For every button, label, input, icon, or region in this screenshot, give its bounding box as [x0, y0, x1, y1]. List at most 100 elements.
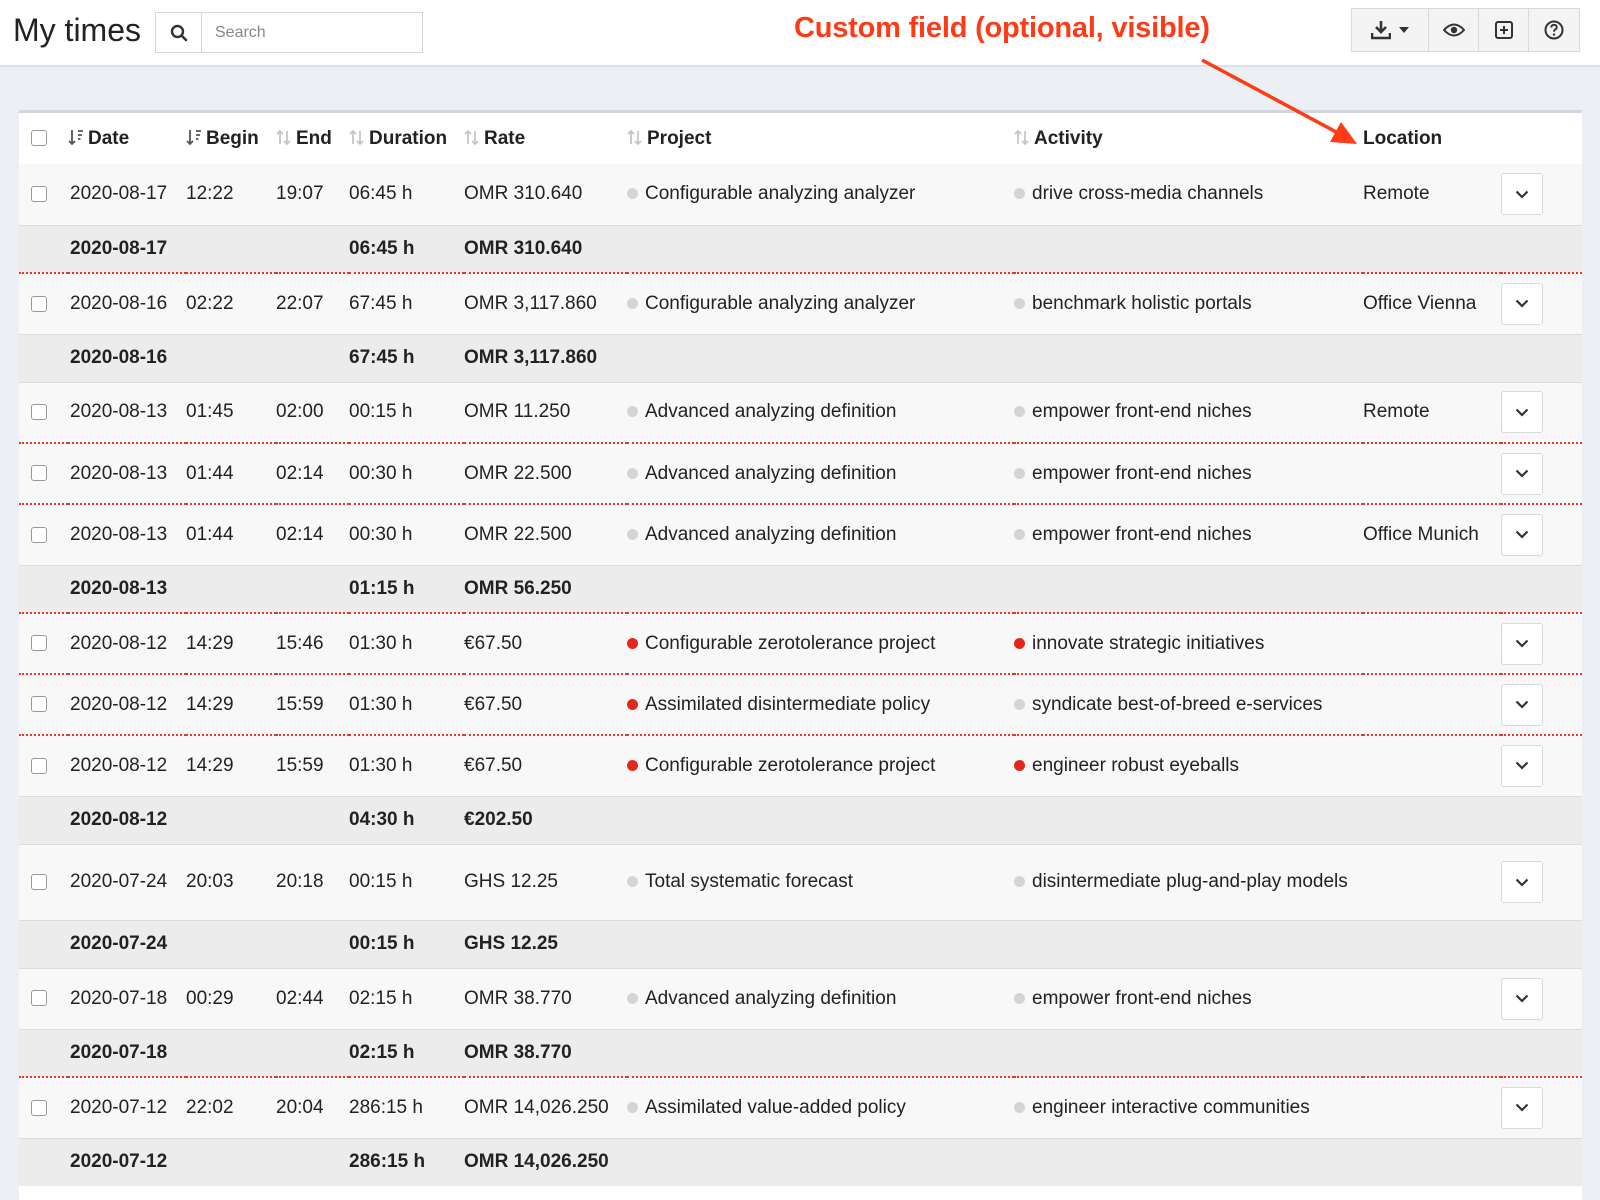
row-checkbox[interactable]	[31, 990, 47, 1007]
subtotal-duration: 02:15 h	[349, 1041, 415, 1063]
table-row[interactable]: 2020-08-12 14:29 15:59 01:30 h €67.50 Configu…	[19, 735, 1582, 797]
table-row[interactable]: 2020-07-24 20:03 20:18 00:15 h GHS 12.25 Tota…	[19, 844, 1582, 921]
project-color-dot	[627, 698, 638, 710]
empty-cell	[627, 796, 1014, 845]
begin-cell: 22:02	[186, 1077, 276, 1139]
subtotal-rate: OMR 56.250	[464, 577, 572, 599]
empty-cell	[186, 1029, 276, 1078]
project-color-dot	[627, 188, 638, 200]
end-value: 15:59	[276, 693, 324, 715]
column-activity[interactable]: Activity	[1014, 113, 1363, 164]
actions-cell	[1501, 164, 1582, 226]
row-actions-button[interactable]	[1501, 683, 1543, 726]
select-cell	[19, 334, 68, 383]
activity-value: empower front-end niches	[1032, 401, 1252, 423]
select-cell	[19, 382, 68, 444]
row-actions-button[interactable]	[1501, 744, 1543, 787]
activity-color-dot	[1014, 1101, 1025, 1113]
column-actions	[1501, 113, 1582, 164]
row-checkbox[interactable]	[31, 1099, 47, 1116]
row-actions-button[interactable]	[1501, 173, 1543, 216]
table-row[interactable]: 2020-08-13 01:44 02:14 00:30 h OMR 22.500 Adv…	[19, 443, 1582, 505]
select-cell	[19, 504, 68, 566]
help-button[interactable]	[1529, 9, 1579, 51]
row-actions-button[interactable]	[1501, 391, 1543, 434]
actions-cell	[1501, 613, 1582, 675]
select-all-checkbox[interactable]	[31, 130, 47, 147]
rate-cell: OMR 11.250	[464, 382, 627, 444]
table-row[interactable]: 2020-07-12 22:02 20:04 286:15 h OMR 14,026.2…	[19, 1077, 1582, 1139]
location-cell	[1363, 674, 1501, 736]
row-actions-button[interactable]	[1501, 622, 1543, 665]
table-row[interactable]: 2020-07-18 00:29 02:44 02:15 h OMR 38.770 Adv…	[19, 968, 1582, 1030]
table-row[interactable]: 2020-08-12 14:29 15:46 01:30 h €67.50 Configu…	[19, 613, 1582, 675]
table-row[interactable]: 2020-08-16 02:22 22:07 67:45 h OMR 3,117.860…	[19, 273, 1582, 335]
empty-cell	[627, 565, 1014, 614]
column-project[interactable]: Project	[627, 113, 1014, 164]
table-row[interactable]: 2020-08-17 12:22 19:07 06:45 h OMR 310.640 Co…	[19, 164, 1582, 226]
column-end[interactable]: End	[276, 113, 349, 164]
column-date[interactable]: Date	[68, 113, 186, 164]
column-duration[interactable]: Duration	[349, 113, 464, 164]
location-cell	[1363, 968, 1501, 1030]
rate-value: OMR 38.770	[464, 987, 572, 1009]
chevron-down-icon	[1515, 1103, 1529, 1112]
rate-value: €67.50	[464, 632, 523, 654]
row-actions-button[interactable]	[1501, 861, 1543, 903]
empty-cell	[1363, 920, 1501, 969]
project-color-dot	[627, 406, 638, 418]
row-actions-button[interactable]	[1501, 1086, 1543, 1129]
row-checkbox[interactable]	[31, 526, 47, 543]
project-value: Total systematic forecast	[645, 871, 854, 892]
chevron-down-icon	[1515, 878, 1529, 887]
duration-cell: 01:30 h	[349, 735, 464, 797]
row-checkbox[interactable]	[31, 295, 47, 312]
sort-icon	[464, 129, 479, 145]
table-row[interactable]: 2020-08-12 14:29 15:59 01:30 h €67.50 Assimil…	[19, 674, 1582, 736]
row-checkbox[interactable]	[31, 186, 47, 203]
project-value: Configurable analyzing analyzer	[645, 183, 916, 205]
duration-value: 01:30 h	[349, 754, 413, 776]
actions-cell	[1501, 443, 1582, 505]
row-checkbox[interactable]	[31, 404, 47, 421]
chevron-down-icon	[1515, 408, 1529, 417]
activity-color-dot	[1014, 528, 1025, 540]
location-value: Office Munich	[1363, 523, 1479, 545]
row-actions-button[interactable]	[1501, 282, 1543, 325]
empty-cell	[1363, 565, 1501, 614]
row-actions-button[interactable]	[1501, 977, 1543, 1020]
eye-icon	[1442, 23, 1465, 37]
project-value: Advanced analyzing definition	[645, 523, 897, 545]
select-cell	[19, 920, 68, 969]
row-checkbox[interactable]	[31, 757, 47, 774]
column-begin[interactable]: Begin	[186, 113, 276, 164]
row-checkbox[interactable]	[31, 873, 47, 890]
search-input[interactable]	[202, 13, 422, 52]
export-dropdown-button[interactable]	[1352, 9, 1429, 51]
begin-cell: 00:29	[186, 968, 276, 1030]
subtotal-rate-cell: OMR 310.640	[464, 225, 627, 274]
table-row[interactable]: 2020-08-13 01:45 02:00 00:15 h OMR 11.250 Adv…	[19, 382, 1582, 444]
search-button[interactable]	[156, 13, 202, 52]
begin-value: 14:29	[186, 693, 234, 715]
empty-cell	[276, 1138, 349, 1186]
select-cell	[19, 164, 68, 226]
create-button[interactable]	[1479, 9, 1529, 51]
row-checkbox[interactable]	[31, 696, 47, 713]
row-checkbox[interactable]	[31, 465, 47, 482]
column-rate[interactable]: Rate	[464, 113, 627, 164]
subtotal-rate-cell: €202.50	[464, 796, 627, 845]
empty-cell	[1014, 796, 1363, 845]
row-actions-button[interactable]	[1501, 513, 1543, 556]
chevron-down-icon	[1515, 190, 1529, 199]
timesheet-table: Date Begin End Duration Rate Project Act…	[19, 113, 1582, 1186]
duration-value: 67:45 h	[349, 292, 413, 314]
rate-value: OMR 22.500	[464, 523, 572, 545]
empty-cell	[1363, 225, 1501, 274]
visibility-button[interactable]	[1429, 9, 1479, 51]
row-actions-button[interactable]	[1501, 452, 1543, 495]
empty-cell	[627, 1029, 1014, 1078]
row-checkbox[interactable]	[31, 635, 47, 652]
subtotal-date: 2020-08-16	[70, 347, 168, 368]
table-row[interactable]: 2020-08-13 01:44 02:14 00:30 h OMR 22.500 Adv…	[19, 504, 1582, 566]
